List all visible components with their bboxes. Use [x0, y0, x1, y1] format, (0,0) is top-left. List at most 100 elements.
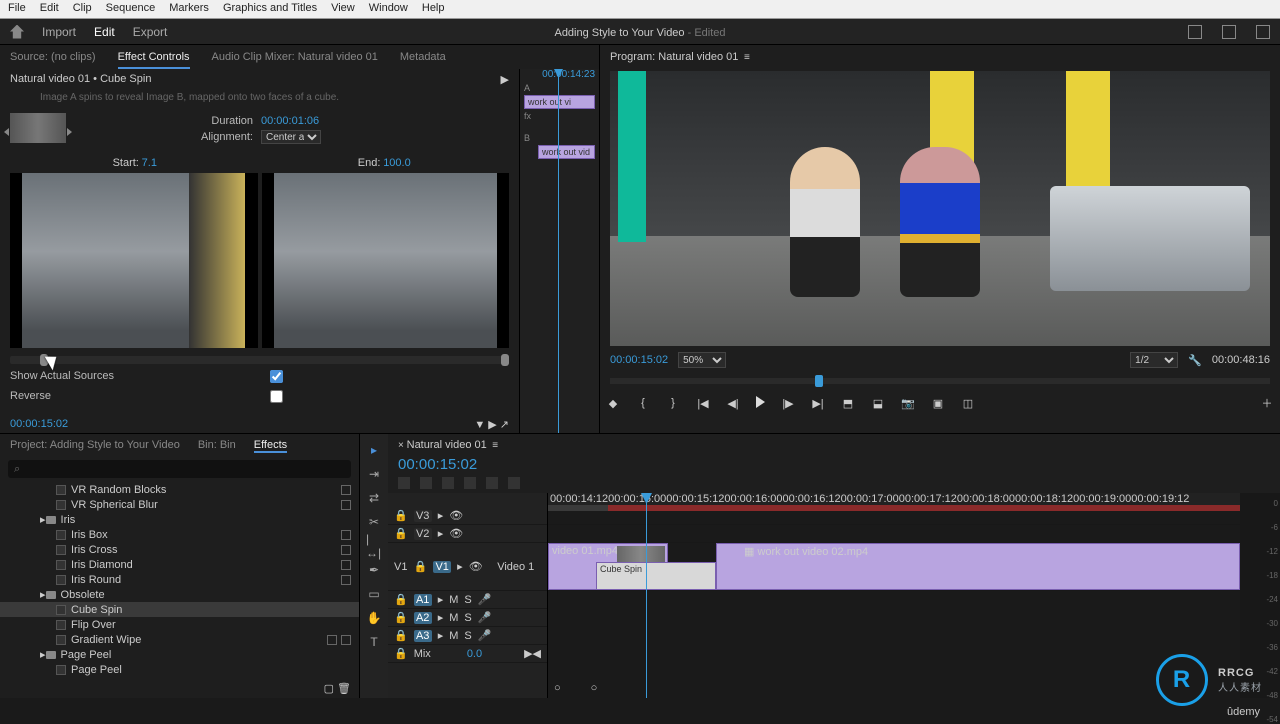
program-timecode[interactable]: 00:00:15:02 — [610, 354, 668, 366]
tab-audio-mixer[interactable]: Audio Clip Mixer: Natural video 01 — [212, 51, 378, 69]
step-back-icon[interactable]: ◀| — [726, 396, 740, 410]
timeline-timecode[interactable]: 00:00:15:02 — [388, 456, 1280, 473]
track-v3-toggle[interactable]: V3 — [414, 510, 432, 522]
add-marker-icon[interactable]: ◆ — [606, 396, 620, 410]
settings-icon[interactable] — [464, 477, 476, 489]
button-editor-icon[interactable]: ＋ — [1260, 396, 1274, 410]
slip-tool-icon[interactable]: |↔| — [366, 538, 382, 554]
snap-icon[interactable] — [398, 477, 410, 489]
ec-mini-timeline[interactable]: 00:00:14:23 A work out vi fx B work out … — [519, 69, 599, 433]
razor-tool-icon[interactable]: ✂ — [366, 514, 382, 530]
marker-tool-icon[interactable] — [442, 477, 454, 489]
clip-video-b[interactable]: ▦ work out video 02.mp4 — [716, 543, 1240, 590]
ws-import[interactable]: Import — [42, 25, 76, 39]
program-monitor[interactable] — [610, 71, 1270, 346]
tab-bin[interactable]: Bin: Bin — [198, 439, 236, 453]
resolution-select[interactable]: 1/2 — [1130, 352, 1178, 368]
menu-window[interactable]: Window — [369, 2, 408, 16]
selection-tool-icon[interactable]: ▸ — [366, 442, 382, 458]
ripple-tool-icon[interactable]: ⇄ — [366, 490, 382, 506]
ws-edit[interactable]: Edit — [94, 25, 115, 39]
effect-item[interactable]: Flip Over — [0, 617, 359, 632]
export-frame-icon[interactable]: 📷 — [901, 396, 915, 410]
tab-effects[interactable]: Effects — [254, 439, 287, 453]
cc-icon[interactable] — [508, 477, 520, 489]
menu-graphics[interactable]: Graphics and Titles — [223, 2, 317, 16]
quick-export-icon[interactable] — [1188, 25, 1202, 39]
menu-sequence[interactable]: Sequence — [106, 2, 156, 16]
wrench-icon[interactable] — [486, 477, 498, 489]
track-a1-toggle[interactable]: A1 — [414, 594, 432, 606]
menu-edit[interactable]: Edit — [40, 2, 59, 16]
effect-item[interactable]: Page Peel — [0, 662, 359, 677]
effect-item[interactable]: ▸ Obsolete — [0, 587, 359, 602]
track-v2-toggle[interactable]: V2 — [414, 528, 432, 540]
menu-view[interactable]: View — [331, 2, 355, 16]
goto-out-icon[interactable]: ▶| — [811, 396, 825, 410]
mark-in-icon[interactable]: { — [636, 396, 650, 410]
menu-markers[interactable]: Markers — [169, 2, 209, 16]
effects-list[interactable]: VR Random BlocksVR Spherical Blur▸ IrisI… — [0, 480, 359, 679]
end-value[interactable]: 100.0 — [383, 157, 411, 169]
comparison-icon[interactable]: ▣ — [931, 396, 945, 410]
play-icon[interactable] — [756, 396, 765, 408]
effect-item[interactable]: ▸ Iris — [0, 512, 359, 527]
mini-clip-b[interactable]: work out vid — [538, 145, 595, 159]
zoom-select[interactable]: 50% — [678, 352, 726, 368]
clip-transition[interactable]: Cube Spin — [596, 562, 716, 590]
effect-item[interactable]: Iris Round — [0, 572, 359, 587]
timeline-ruler[interactable]: 00:00:14:1200:00:15:0000:00:15:1200:00:1… — [548, 493, 1240, 507]
show-sources-checkbox[interactable] — [270, 370, 283, 383]
type-tool-icon[interactable]: T — [366, 634, 382, 650]
mix-value[interactable]: 0.0 — [467, 648, 482, 660]
track-a3-toggle[interactable]: A3 — [414, 630, 432, 642]
track-a2-toggle[interactable]: A2 — [414, 612, 432, 624]
ws-export[interactable]: Export — [133, 25, 168, 39]
track-select-tool-icon[interactable]: ⇥ — [366, 466, 382, 482]
lift-icon[interactable]: ⬒ — [841, 396, 855, 410]
pen-tool-icon[interactable]: ✒ — [366, 562, 382, 578]
extract-icon[interactable]: ⬓ — [871, 396, 885, 410]
effect-item[interactable]: VR Spherical Blur — [0, 497, 359, 512]
rect-tool-icon[interactable]: ▭ — [366, 586, 382, 602]
effects-search[interactable] — [8, 460, 351, 478]
step-fwd-icon[interactable]: |▶ — [781, 396, 795, 410]
start-slider[interactable] — [10, 356, 509, 364]
safe-margins-icon[interactable]: ◫ — [961, 396, 975, 410]
menu-clip[interactable]: Clip — [73, 2, 92, 16]
playhead[interactable] — [646, 493, 647, 698]
duration-value[interactable]: 00:00:01:06 — [261, 115, 319, 127]
menu-bar[interactable]: File Edit Clip Sequence Markers Graphics… — [0, 0, 1280, 19]
share-icon[interactable] — [1222, 25, 1236, 39]
tab-source[interactable]: Source: (no clips) — [10, 51, 96, 69]
maximize-icon[interactable] — [1256, 25, 1270, 39]
program-scrubber[interactable] — [610, 378, 1270, 384]
track-v1-toggle[interactable]: V1 — [433, 561, 451, 573]
effect-item[interactable]: Cube Spin — [0, 602, 359, 617]
home-icon[interactable] — [10, 25, 24, 39]
hand-tool-icon[interactable]: ✋ — [366, 610, 382, 626]
reverse-checkbox[interactable] — [270, 390, 283, 403]
effect-item[interactable]: Iris Cross — [0, 542, 359, 557]
effect-item[interactable]: Iris Diamond — [0, 557, 359, 572]
effect-item[interactable]: Iris Box — [0, 527, 359, 542]
delete-icon[interactable]: 🗑 — [337, 683, 351, 695]
effect-item[interactable]: ▸ Page Peel — [0, 647, 359, 662]
linked-sel-icon[interactable] — [420, 477, 432, 489]
menu-help[interactable]: Help — [422, 2, 445, 16]
ec-timecode[interactable]: 00:00:15:02 — [10, 418, 68, 431]
transition-thumbnail[interactable] — [10, 113, 66, 143]
alignment-select[interactable]: Center at ... — [261, 130, 321, 144]
tab-metadata[interactable]: Metadata — [400, 51, 446, 69]
tab-project[interactable]: Project: Adding Style to Your Video — [10, 439, 180, 453]
effect-item[interactable]: VR Random Blocks — [0, 482, 359, 497]
start-value[interactable]: 7.1 — [142, 157, 157, 169]
tab-effect-controls[interactable]: Effect Controls — [118, 51, 190, 69]
mini-clip-a[interactable]: work out vi — [524, 95, 595, 109]
new-bin-icon[interactable]: ▢ — [324, 683, 334, 695]
sequence-name[interactable]: Natural video 01 — [407, 439, 487, 451]
goto-in-icon[interactable]: |◀ — [696, 396, 710, 410]
mark-out-icon[interactable]: } — [666, 396, 680, 410]
menu-file[interactable]: File — [8, 2, 26, 16]
effect-item[interactable]: Gradient Wipe — [0, 632, 359, 647]
